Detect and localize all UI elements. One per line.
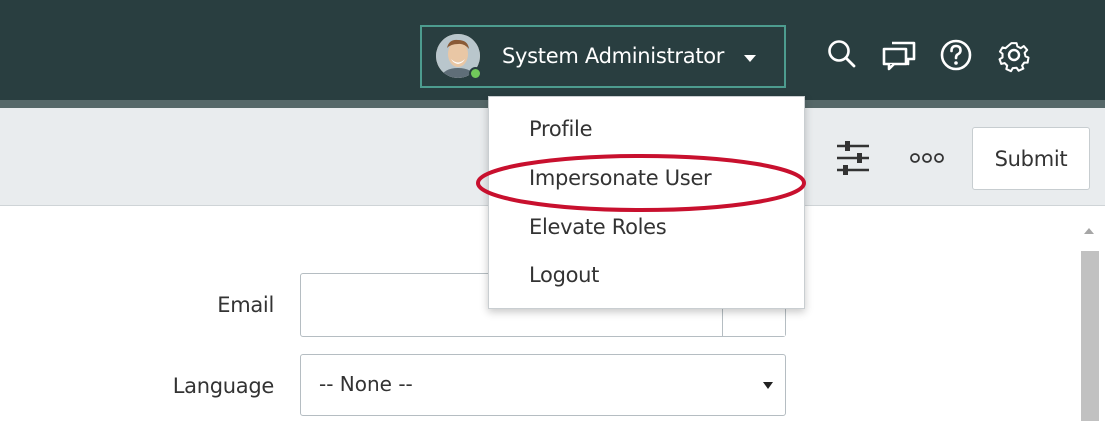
language-select[interactable]: -- None -- bbox=[300, 354, 786, 416]
personalize-form-icon[interactable] bbox=[835, 138, 871, 178]
language-label: Language bbox=[172, 374, 275, 398]
menu-item-impersonate-user[interactable]: Impersonate User bbox=[529, 166, 712, 190]
menu-item-profile[interactable]: Profile bbox=[529, 117, 593, 141]
user-menu-button[interactable]: System Administrator bbox=[420, 25, 786, 88]
settings-icon[interactable] bbox=[994, 35, 1034, 75]
chat-icon[interactable] bbox=[880, 35, 920, 75]
menu-item-elevate-roles[interactable]: Elevate Roles bbox=[529, 215, 667, 239]
form-scrollbar[interactable] bbox=[1080, 218, 1100, 421]
submit-button[interactable]: Submit bbox=[972, 127, 1090, 190]
user-dropdown-menu: Profile Impersonate User Elevate Roles L… bbox=[488, 96, 805, 309]
dropdown-arrow-icon bbox=[763, 382, 773, 389]
email-label: Email bbox=[217, 293, 274, 317]
menu-item-logout[interactable]: Logout bbox=[529, 263, 599, 287]
chevron-down-icon bbox=[744, 55, 756, 62]
help-icon[interactable] bbox=[936, 35, 976, 75]
search-icon[interactable] bbox=[822, 35, 862, 75]
more-options-icon[interactable] bbox=[907, 148, 949, 168]
scroll-up-icon[interactable] bbox=[1084, 228, 1094, 234]
language-selected-value: -- None -- bbox=[319, 372, 413, 396]
scroll-thumb[interactable] bbox=[1081, 251, 1099, 421]
presence-indicator bbox=[469, 67, 482, 80]
user-name: System Administrator bbox=[502, 44, 725, 68]
